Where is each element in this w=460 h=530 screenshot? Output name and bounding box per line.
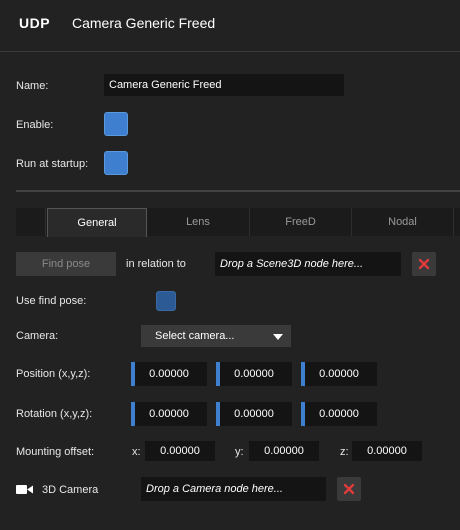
clear-camera-node-button[interactable] xyxy=(337,477,361,501)
tab-lens[interactable]: Lens xyxy=(147,208,250,236)
mounting-offset-label: Mounting offset: xyxy=(16,446,95,458)
run-at-startup-checkbox[interactable] xyxy=(104,151,128,175)
camera-select[interactable]: Select camera... xyxy=(141,325,291,347)
name-field[interactable]: Camera Generic Freed xyxy=(104,74,344,96)
rotation-y-value: 0.00000 xyxy=(234,408,274,420)
tab-general[interactable]: General xyxy=(47,208,147,237)
position-x-value: 0.00000 xyxy=(149,368,189,380)
tab-bar: General Lens FreeD Nodal xyxy=(16,208,460,237)
drag-handle[interactable] xyxy=(131,362,135,386)
close-icon xyxy=(418,258,430,270)
run-at-startup-label: Run at startup: xyxy=(16,158,89,170)
use-find-pose-checkbox[interactable] xyxy=(156,291,176,311)
position-z-field[interactable]: 0.00000 xyxy=(301,362,377,386)
use-find-pose-label: Use find pose: xyxy=(16,295,87,307)
position-y-field[interactable]: 0.00000 xyxy=(216,362,292,386)
find-pose-button[interactable]: Find pose xyxy=(16,252,116,276)
drag-handle[interactable] xyxy=(301,402,305,426)
node-title: Camera Generic Freed xyxy=(72,15,216,31)
camera-select-value: Select camera... xyxy=(155,330,235,342)
mounting-y-label: y: xyxy=(235,446,244,458)
section-divider xyxy=(16,190,460,192)
mounting-z-label: z: xyxy=(340,446,349,458)
mounting-x-field[interactable]: 0.00000 xyxy=(145,441,215,461)
rotation-x-value: 0.00000 xyxy=(149,408,189,420)
chevron-down-icon xyxy=(273,334,283,340)
drag-handle[interactable] xyxy=(131,402,135,426)
scene3d-drop-field[interactable]: Drop a Scene3D node here... xyxy=(215,252,401,276)
mounting-x-label: x: xyxy=(132,446,141,458)
close-icon xyxy=(343,483,355,495)
relation-label: in relation to xyxy=(126,258,186,270)
camera3d-label: 3D Camera xyxy=(42,484,99,496)
rotation-label: Rotation (x,y,z): xyxy=(16,408,93,420)
header-divider xyxy=(0,51,460,52)
rotation-x-field[interactable]: 0.00000 xyxy=(131,402,207,426)
rotation-z-value: 0.00000 xyxy=(319,408,359,420)
drag-handle[interactable] xyxy=(301,362,305,386)
tab-freed[interactable]: FreeD xyxy=(250,208,352,236)
position-y-value: 0.00000 xyxy=(234,368,274,380)
camera-label: Camera: xyxy=(16,330,59,342)
clear-scene3d-button[interactable] xyxy=(412,252,436,276)
name-label: Name: xyxy=(16,80,49,92)
position-z-value: 0.00000 xyxy=(319,368,359,380)
drag-handle[interactable] xyxy=(216,362,220,386)
mounting-z-field[interactable]: 0.00000 xyxy=(352,441,422,461)
rotation-z-field[interactable]: 0.00000 xyxy=(301,402,377,426)
enable-checkbox[interactable] xyxy=(104,112,128,136)
protocol-badge: UDP xyxy=(19,15,51,31)
drag-handle[interactable] xyxy=(216,402,220,426)
rotation-y-field[interactable]: 0.00000 xyxy=(216,402,292,426)
tab-bar-lead xyxy=(16,208,46,236)
mounting-y-field[interactable]: 0.00000 xyxy=(249,441,319,461)
position-label: Position (x,y,z): xyxy=(16,368,91,380)
camera-node-drop-field[interactable]: Drop a Camera node here... xyxy=(141,477,326,501)
tab-nodal[interactable]: Nodal xyxy=(352,208,454,236)
enable-label: Enable: xyxy=(16,119,54,131)
position-x-field[interactable]: 0.00000 xyxy=(131,362,207,386)
camera-icon xyxy=(16,485,33,494)
